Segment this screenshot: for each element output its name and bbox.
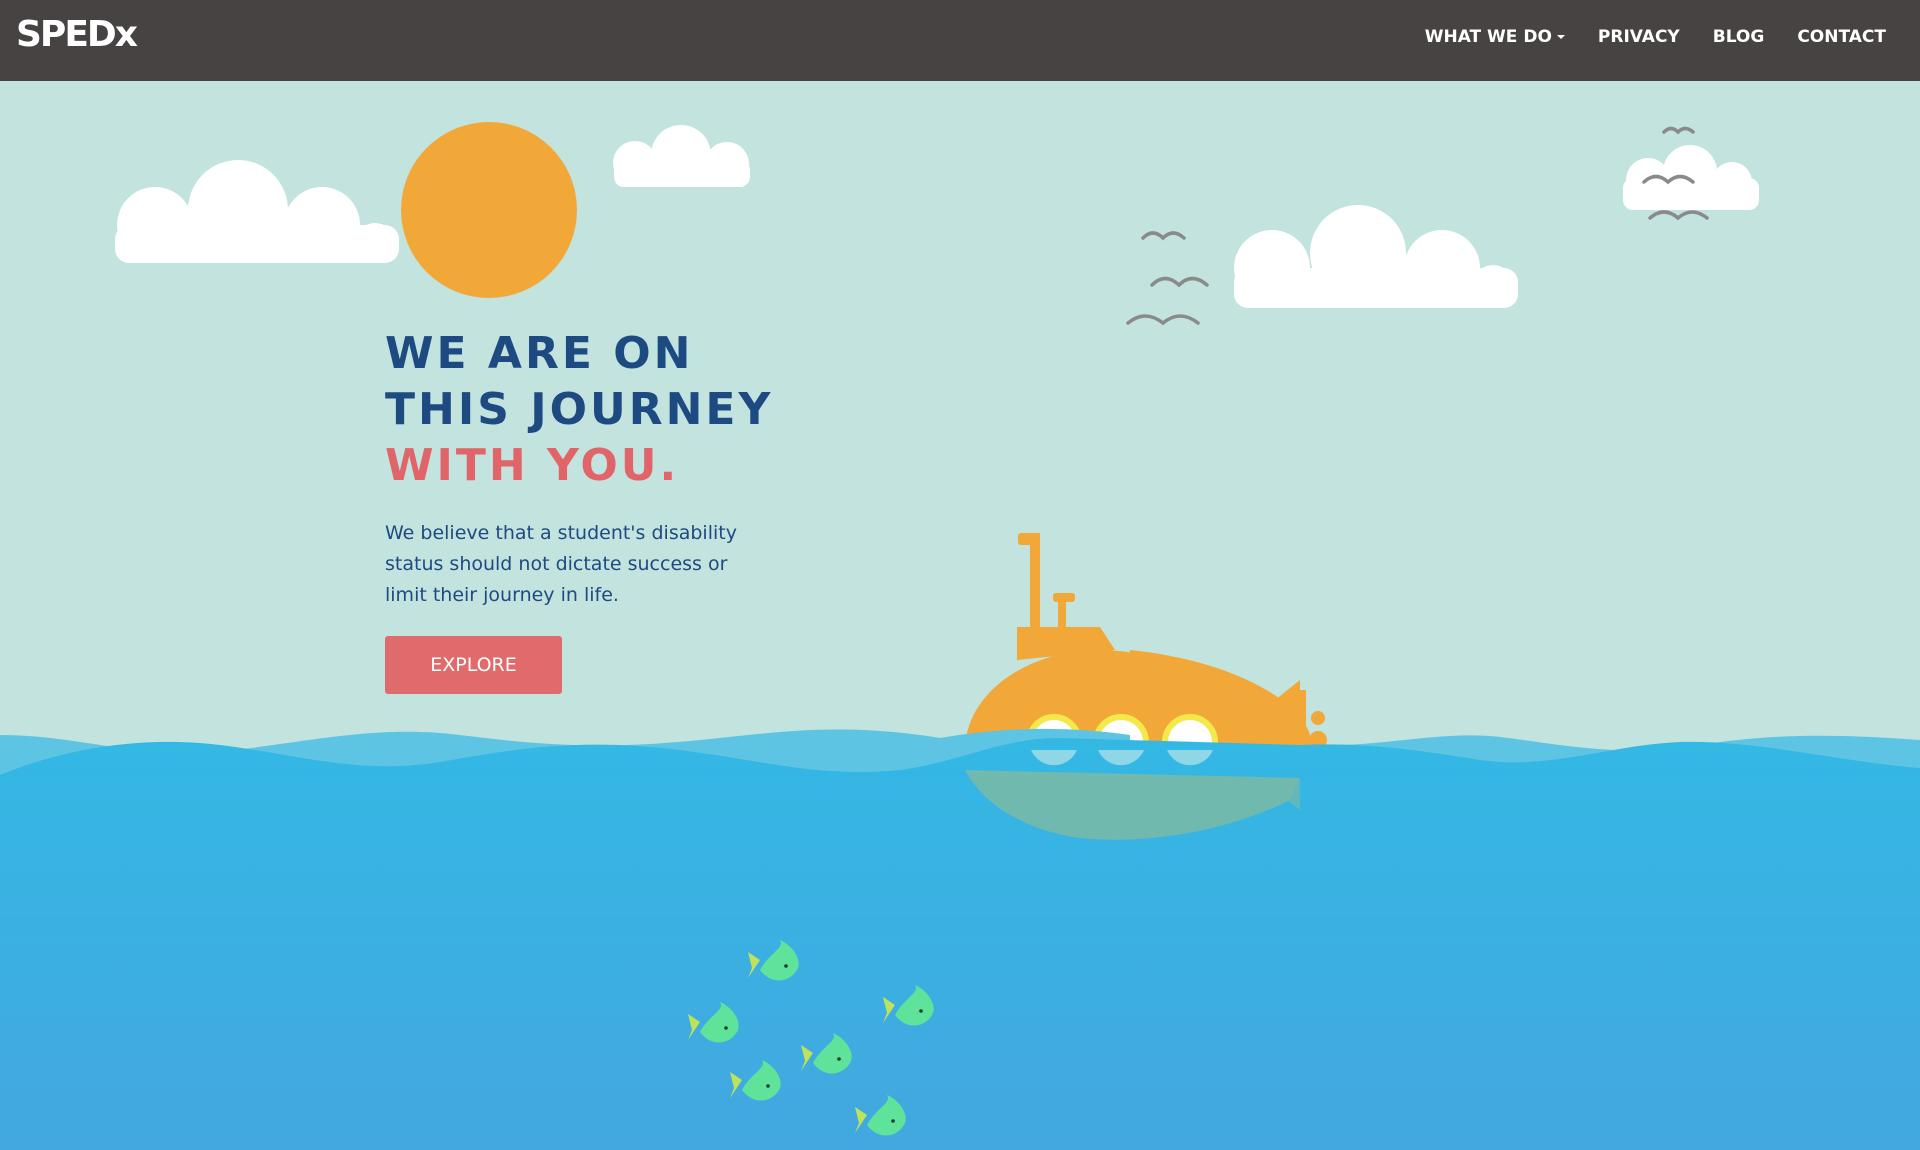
- cloud-icon: [613, 125, 750, 187]
- navbar: SPEDx WHAT WE DO PRIVACY BLOG CONTACT: [0, 0, 1920, 81]
- explore-button[interactable]: EXPLORE: [385, 636, 562, 694]
- logo[interactable]: SPEDx: [16, 14, 138, 55]
- nav-item-blog[interactable]: BLOG: [1713, 27, 1765, 47]
- hero-heading-line: WE ARE ON: [385, 328, 694, 379]
- nav-item-contact[interactable]: CONTACT: [1797, 27, 1886, 47]
- hero-description: We believe that a student's disability s…: [385, 522, 737, 606]
- sun-icon: [401, 122, 577, 298]
- hero-heading: WE ARE ON THIS JOURNEY WITH YOU.: [385, 326, 773, 494]
- cloud-icon: [115, 160, 399, 263]
- hero-heading-line: THIS JOURNEY: [385, 384, 774, 435]
- cloud-icon: [1234, 205, 1518, 308]
- page: SPEDx WHAT WE DO PRIVACY BLOG CONTACT WE…: [0, 0, 1920, 1150]
- cloud-icon: [1623, 145, 1759, 210]
- nav-item-privacy[interactable]: PRIVACY: [1598, 27, 1680, 47]
- nav-item-label: WHAT WE DO: [1424, 27, 1552, 47]
- nav-item-what-we-do[interactable]: WHAT WE DO: [1425, 27, 1565, 47]
- porthole-icon: [1031, 750, 1213, 766]
- sea: [0, 738, 1920, 1150]
- nav-links: WHAT WE DO PRIVACY BLOG CONTACT: [1392, 27, 1886, 47]
- ocean-scene-illustration: [0, 122, 1920, 1150]
- hero-heading-accent: WITH YOU.: [385, 440, 680, 491]
- caret-down-icon: [1556, 35, 1565, 39]
